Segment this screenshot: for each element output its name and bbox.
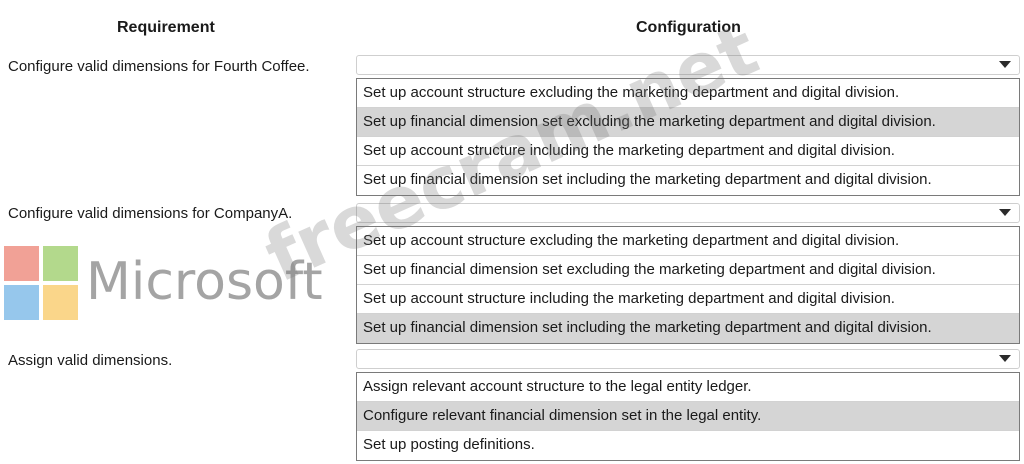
requirement-label-3: Assign valid dimensions. — [8, 352, 173, 369]
option[interactable]: Set up account structure excluding the m… — [357, 79, 1019, 108]
option-selected[interactable]: Set up financial dimension set excluding… — [357, 108, 1019, 137]
chevron-down-icon[interactable] — [999, 355, 1011, 362]
option[interactable]: Set up financial dimension set including… — [357, 166, 1019, 195]
options-list-1: Set up account structure excluding the m… — [356, 78, 1020, 196]
microsoft-logo-text: Microsoft — [86, 252, 323, 312]
option[interactable]: Set up account structure including the m… — [357, 285, 1019, 314]
dropdown-2[interactable] — [356, 203, 1020, 223]
microsoft-logo-icon — [4, 246, 80, 322]
option-selected[interactable]: Set up financial dimension set including… — [357, 314, 1019, 343]
configuration-header: Configuration — [636, 19, 741, 36]
requirement-header: Requirement — [117, 19, 215, 36]
dropdown-3[interactable] — [356, 349, 1020, 369]
option[interactable]: Assign relevant account structure to the… — [357, 373, 1019, 402]
option-selected[interactable]: Configure relevant financial dimension s… — [357, 402, 1019, 431]
dropdown-1[interactable] — [356, 55, 1020, 75]
options-list-3: Assign relevant account structure to the… — [356, 372, 1020, 461]
requirement-label-1: Configure valid dimensions for Fourth Co… — [8, 58, 310, 75]
option[interactable]: Set up posting definitions. — [357, 431, 1019, 460]
requirement-label-2: Configure valid dimensions for CompanyA. — [8, 205, 293, 222]
option[interactable]: Set up account structure excluding the m… — [357, 227, 1019, 256]
option[interactable]: Set up financial dimension set excluding… — [357, 256, 1019, 285]
options-list-2: Set up account structure excluding the m… — [356, 226, 1020, 344]
chevron-down-icon[interactable] — [999, 61, 1011, 68]
chevron-down-icon[interactable] — [999, 209, 1011, 216]
option[interactable]: Set up account structure including the m… — [357, 137, 1019, 166]
